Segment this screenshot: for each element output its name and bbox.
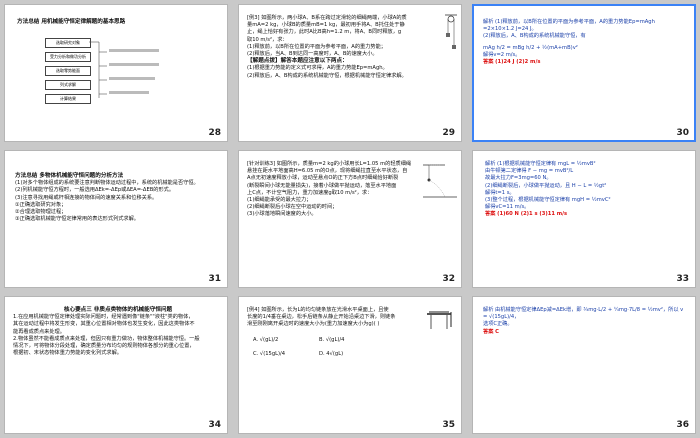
solution-line: 选项C正确。	[483, 321, 513, 328]
option-c[interactable]: C. √(15gL)/4	[253, 351, 285, 358]
slide-32[interactable]: [针对训练3] 如图所示，质量m=2 kg的小球用长L=1.05 m的轻质细绳 …	[238, 150, 462, 288]
problem-line: (1)释放前，以B所在位置的平面为参考平面，A的重力势能；	[247, 43, 386, 50]
problem-line: (断裂瞬间小球无能量损失)，接着小球做平抛运动，落至水平地面	[247, 182, 397, 189]
problem-line: 滑至刚刚离开桌边时的速度大小为(重力加速度大小为g)( )	[247, 321, 380, 328]
slide-title: 方法总结 用机械能守恒定律解题的基本思路	[17, 19, 126, 25]
answer-line: 答案 (1)24 J (2)2 m/s	[483, 59, 541, 66]
text-line: 能再看成质点来处理。	[13, 328, 65, 335]
pulley-figure	[445, 14, 457, 49]
problem-line: 取10 m/s²，求：	[247, 36, 288, 43]
flow-step: 计算结果	[45, 94, 91, 104]
page-number: 35	[442, 420, 455, 430]
solution-line: 解析 由机械能守恒定律ΔEp减=ΔEk增，即 ¾mg·L/2 + ¼mg·7L/…	[483, 307, 684, 321]
problem-line: 止，绳上恰好有张力，此时A比B高h=1.2 m，将A、B同时释放，g	[247, 29, 402, 36]
answer-line: 答案 (1)60 N (2)1 s (3)11 m/s	[485, 211, 568, 218]
flow-diagram	[89, 41, 159, 98]
chain-table-figure	[427, 311, 452, 329]
slide-33[interactable]: 解析 (1)根据机械能守恒定律有 mgL = ½mvB² 由牛顿第二定律得 F …	[472, 150, 696, 288]
slide-34[interactable]: 核心要点三 非质点类物体的机械能守恒问题 1.在应用机械能守恒定律处理实际问题时…	[4, 296, 228, 434]
page-number: 32	[442, 274, 455, 284]
flow-step: 选取研究对象	[45, 38, 91, 48]
problem-line: (2)释放后，A、B构成的系统机械能守恒，根据机械能守恒定律求解。	[247, 72, 407, 79]
page-number: 34	[208, 420, 221, 430]
text-line: ③正确选取机械能守恒定律常用的表达形式列式求解。	[15, 216, 139, 223]
solution-line: 故最大拉力F=3mg=60 N。	[485, 175, 552, 182]
solution-line: mAg h/2 = mBg h/2 + ½(mA+mB)v²	[483, 44, 578, 51]
slide-30[interactable]: 解析 (1)释放前，以B所在位置的平面为参考平面，A的重力势能Ep=mAgh =…	[472, 4, 696, 142]
page-number: 29	[442, 128, 455, 138]
problem-line: 上C点，不计空气阻力，重力加速度g取10 m/s²，求：	[247, 189, 373, 196]
solution-line: (2)细绳断裂后，小球做平抛运动，且 H − L = ½gt²	[485, 182, 607, 189]
problem-line: (3)小球落地瞬间速度的大小。	[247, 211, 317, 218]
page-number: 31	[208, 274, 221, 284]
solution-line: 解得t=1 s。	[485, 189, 515, 196]
text-line: 其在运动过程中将发生形变，其重心位置相对物体也发生变化，因此这类物体不	[13, 321, 195, 328]
text-line: 根据初、末状态物体重力势能的变化列式求解。	[13, 350, 122, 357]
flow-step: 受力分析和做功分析	[45, 52, 91, 62]
pendulum-figure	[423, 164, 457, 198]
page-number: 36	[676, 420, 689, 430]
flow-step: 列式求解	[45, 80, 91, 90]
page-number: 33	[676, 274, 689, 284]
option-b[interactable]: B. √(gL)/4	[319, 337, 344, 344]
slide-29[interactable]: [例3] 如图所示，两小球A、B系在跨过定滑轮的细绳两端，小球A的质 量mA=2…	[238, 4, 462, 142]
solution-line: (2)释放后，A、B构成的系统机械能守恒，有	[483, 33, 586, 40]
solution-line: 解析 (1)释放前，以B所在位置的平面为参考平面，A的重力势能Ep=mAgh	[483, 19, 655, 25]
solution-line: 解得v=2 m/s。	[483, 51, 521, 58]
option-d[interactable]: D. 4√(gL)	[319, 351, 343, 358]
option-a[interactable]: A. √(gL)/2	[253, 337, 278, 344]
text-line: (3)注意寻找用绳或杆相连接的物体间的速度关系和位移关系。	[15, 194, 158, 201]
page-number: 28	[208, 128, 221, 138]
slide-36[interactable]: 解析 由机械能守恒定律ΔEp减=ΔEk增，即 ¾mg·L/2 + ¼mg·7L/…	[472, 296, 696, 434]
text-line: ①正确选取研究对象；	[15, 201, 67, 208]
slide-28[interactable]: 方法总结 用机械能守恒定律解题的基本思路 选取研究对象 受力分析和做功分析 选取…	[4, 4, 228, 142]
problem-line: A点无初速度释放小球，运动至悬点O的正下方B点时细绳恰好断裂	[247, 175, 399, 182]
page-number: 30	[676, 128, 689, 138]
text-line: (2)列机械能守恒方程时，一般选用ΔEk=-ΔEp或ΔEA=-ΔEB的形式。	[15, 187, 175, 194]
answer-line: 答案 C	[483, 328, 499, 335]
flow-step: 选取零势能面	[45, 66, 91, 76]
problem-line: (1)根据重力势能的定义式可求得，A的重力势能Ep=mAgh。	[247, 65, 388, 72]
slide-35[interactable]: [例4] 如图所示，长为L的均匀链条放在光滑水平桌面上，且使 长度的1/4垂在桌…	[238, 296, 462, 434]
text-line: 2.物体虽然不能看成质点来处理，但因只有重力做功，物体整体机械能守恒。一般	[13, 335, 200, 342]
slide-31[interactable]: 方法总结 多物体机械能守恒问题的分析方法 (1)对多个物体组成的系统要注意判断物…	[4, 150, 228, 288]
slide-grid: 方法总结 用机械能守恒定律解题的基本思路 选取研究对象 受力分析和做功分析 选取…	[0, 0, 700, 438]
